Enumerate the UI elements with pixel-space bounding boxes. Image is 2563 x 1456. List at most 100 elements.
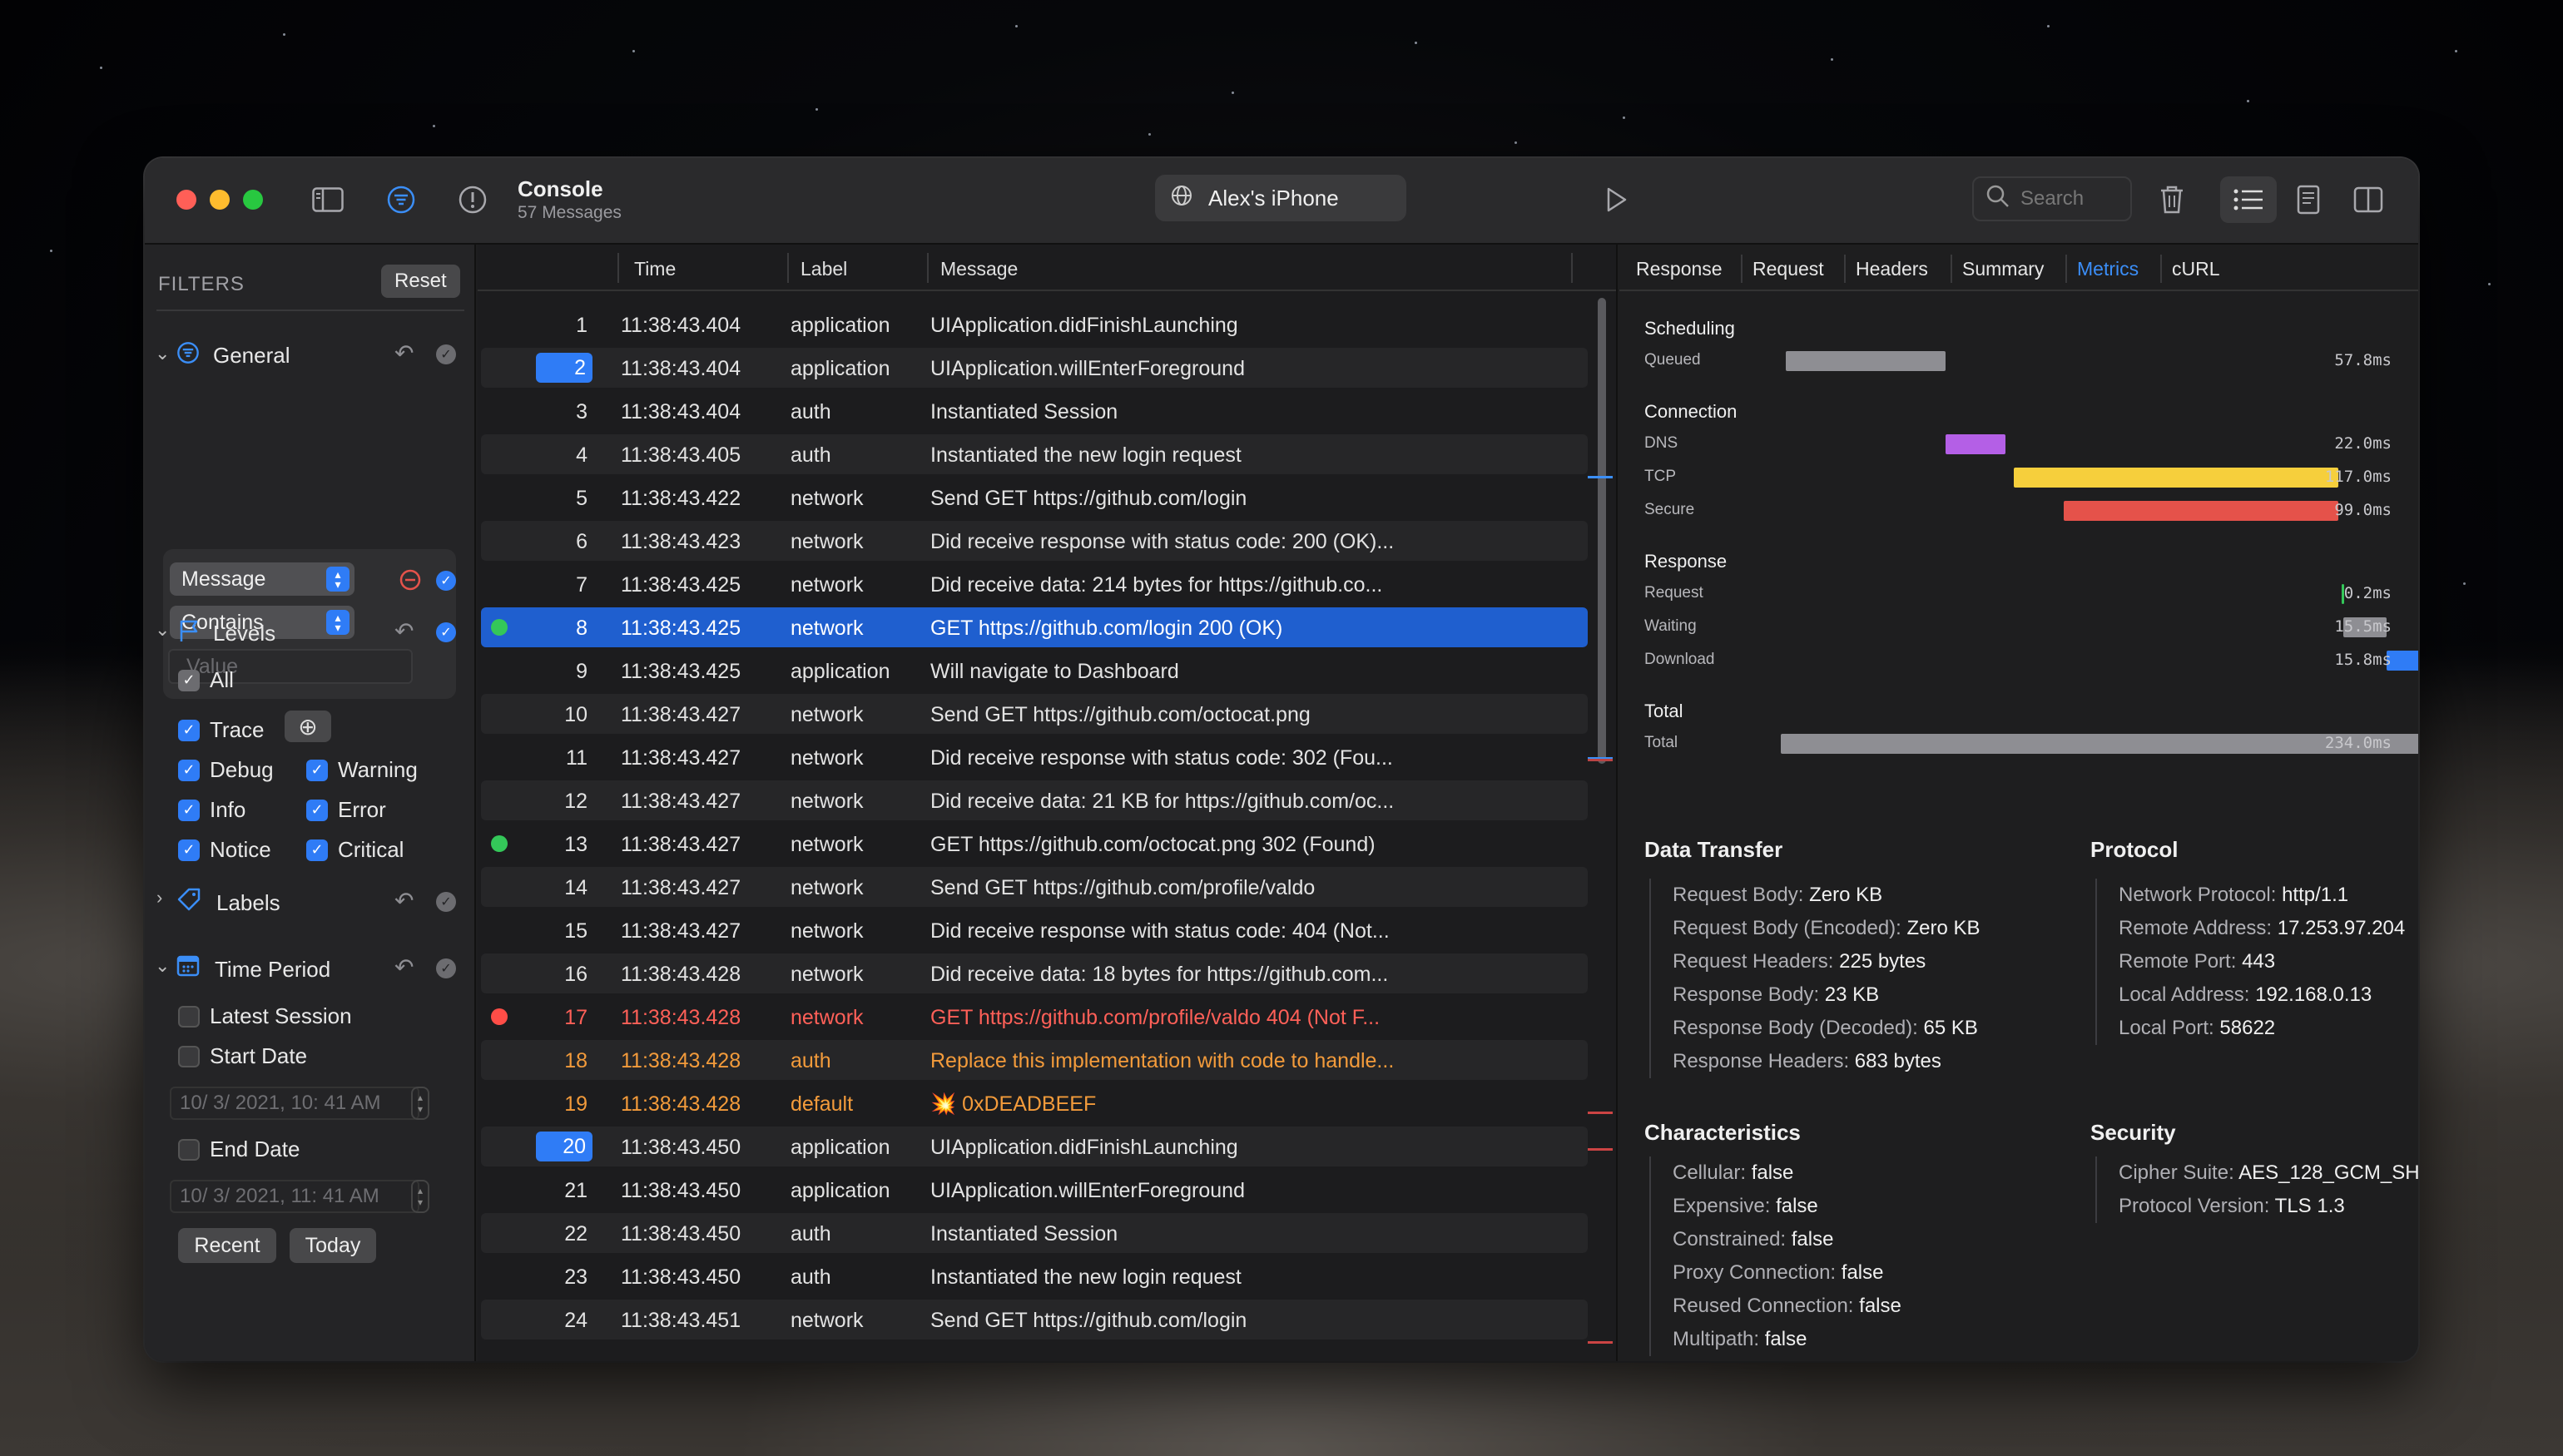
- recent-button[interactable]: Recent: [178, 1228, 276, 1263]
- reset-button[interactable]: Reset: [381, 265, 460, 298]
- split-view-icon[interactable]: [2350, 181, 2387, 218]
- info-value: 192.168.0.13: [2255, 983, 2372, 1006]
- table-row[interactable]: 12 11:38:43.427 network Did receive data: 2…: [481, 780, 1588, 820]
- minimize-window-button[interactable]: [210, 190, 230, 210]
- undo-icon[interactable]: ↶: [394, 617, 414, 645]
- row-time: 11:38:43.427: [621, 746, 741, 770]
- list-scrollbar[interactable]: [1598, 298, 1606, 764]
- tab-response[interactable]: Response: [1636, 258, 1723, 280]
- device-selector[interactable]: Alex's iPhone: [1155, 175, 1406, 221]
- table-row[interactable]: 21 11:38:43.450 application UIApplication.w…: [481, 1170, 1588, 1210]
- row-message: Did receive response with status code: 2…: [930, 530, 1395, 553]
- play-icon[interactable]: [1598, 181, 1634, 218]
- table-row[interactable]: 16 11:38:43.428 network Did receive data: 1…: [481, 953, 1588, 993]
- field-select[interactable]: Message ▴ ▾: [170, 562, 354, 596]
- general-enabled-toggle[interactable]: ✓: [436, 344, 456, 364]
- search-input[interactable]: Search: [1972, 176, 2132, 221]
- table-row[interactable]: 6 11:38:43.423 network Did receive response…: [481, 521, 1588, 561]
- table-row[interactable]: 3 11:38:43.404 auth Instantiated Session: [481, 391, 1588, 431]
- undo-icon[interactable]: ↶: [394, 953, 414, 981]
- row-label: default: [791, 1092, 854, 1116]
- levels-enabled-toggle[interactable]: ✓: [436, 622, 456, 642]
- table-row[interactable]: 4 11:38:43.405 auth Instantiated the new lo…: [481, 434, 1588, 474]
- row-time: 11:38:43.450: [621, 1179, 741, 1202]
- row-number: 21: [564, 1179, 587, 1202]
- column-time[interactable]: Time: [634, 258, 676, 280]
- end-date-stepper[interactable]: ▴ ▾: [411, 1180, 429, 1213]
- document-icon[interactable]: [2290, 181, 2327, 218]
- latest-session-checkbox[interactable]: Latest Session: [178, 1003, 352, 1029]
- tab-request[interactable]: Request: [1752, 258, 1824, 280]
- level-notice-checkbox[interactable]: ✓ Notice: [178, 837, 271, 863]
- table-row[interactable]: 1 11:38:43.404 application UIApplication.di…: [481, 305, 1588, 344]
- table-row[interactable]: 9 11:38:43.425 application Will navigate to…: [481, 651, 1588, 691]
- tab-metrics[interactable]: Metrics: [2077, 258, 2139, 280]
- table-row[interactable]: 17 11:38:43.428 network GET https://github.…: [481, 997, 1588, 1037]
- table-row[interactable]: 23 11:38:43.450 auth Instantiated the new l…: [481, 1256, 1588, 1296]
- start-date-checkbox[interactable]: Start Date: [178, 1043, 307, 1069]
- labels-enabled-toggle[interactable]: ✓: [436, 892, 456, 912]
- table-row[interactable]: 22 11:38:43.450 auth Instantiated Session: [481, 1213, 1588, 1253]
- row-message: Send GET https://github.com/octocat.png: [930, 703, 1311, 726]
- table-row[interactable]: 20 11:38:43.450 application UIApplication.d…: [481, 1127, 1588, 1166]
- metric-total-label: Total: [1644, 734, 1678, 751]
- row-label: auth: [791, 443, 831, 467]
- scroll-marker: [1588, 1112, 1613, 1114]
- tab-summary[interactable]: Summary: [1962, 258, 2044, 280]
- table-row[interactable]: 15 11:38:43.427 network Did receive respons…: [481, 910, 1588, 950]
- table-row[interactable]: 7 11:38:43.425 network Did receive data: 21…: [481, 564, 1588, 604]
- row-message: UIApplication.willEnterForeground: [930, 1179, 1245, 1202]
- table-row[interactable]: 19 11:38:43.428 default 💥 0xDEADBEEF: [481, 1083, 1588, 1123]
- info-key: Constrained:: [1673, 1228, 1787, 1250]
- filter-circle-icon[interactable]: [383, 181, 419, 218]
- list-icon[interactable]: [2230, 181, 2267, 218]
- trash-icon[interactable]: [2154, 181, 2190, 218]
- undo-icon[interactable]: ↶: [394, 339, 414, 367]
- level-all-checkbox[interactable]: ✓ All: [178, 667, 234, 693]
- tab-headers[interactable]: Headers: [1856, 258, 1928, 280]
- table-row[interactable]: 2 11:38:43.404 application UIApplication.wi…: [481, 348, 1588, 388]
- today-button[interactable]: Today: [290, 1228, 376, 1263]
- chevron-down-icon[interactable]: ⌄: [155, 619, 170, 641]
- start-date-stepper[interactable]: ▴ ▾: [411, 1087, 429, 1120]
- message-count: 57 Messages: [518, 203, 622, 222]
- table-row[interactable]: 10 11:38:43.427 network Send GET https://gi…: [481, 694, 1588, 734]
- end-date-field[interactable]: 10/ 3/ 2021, 11: 41 AM: [170, 1180, 419, 1213]
- level-critical-checkbox[interactable]: ✓ Critical: [306, 837, 404, 863]
- table-row[interactable]: 5 11:38:43.422 network Send GET https://git…: [481, 478, 1588, 518]
- level-info-checkbox[interactable]: ✓ Info: [178, 797, 245, 823]
- end-date-checkbox[interactable]: End Date: [178, 1137, 300, 1162]
- metric-waiting-label: Waiting: [1644, 617, 1697, 635]
- table-row[interactable]: 14 11:38:43.427 network Send GET https://gi…: [481, 867, 1588, 907]
- table-row[interactable]: 18 11:38:43.428 auth Replace this implement…: [481, 1040, 1588, 1080]
- chevron-down-icon[interactable]: ⌄: [155, 955, 170, 977]
- add-filter-button[interactable]: ⊕: [285, 711, 331, 742]
- chevron-right-icon[interactable]: ›: [156, 887, 162, 909]
- table-row[interactable]: 13 11:38:43.427 network GET https://github.…: [481, 824, 1588, 864]
- info-key: Protocol Version:: [2119, 1195, 2270, 1217]
- column-label[interactable]: Label: [801, 258, 847, 280]
- sidebar-icon[interactable]: [310, 181, 346, 218]
- exclamation-circle-icon[interactable]: [454, 181, 491, 218]
- remove-filter-icon[interactable]: [399, 569, 421, 595]
- column-message[interactable]: Message: [940, 258, 1018, 280]
- filter-enabled-toggle[interactable]: ✓: [436, 571, 456, 591]
- zoom-window-button[interactable]: [243, 190, 263, 210]
- info-line: Network Protocol: http/1.1: [2119, 879, 2405, 912]
- row-number: 2: [536, 353, 592, 383]
- undo-icon[interactable]: ↶: [394, 887, 414, 914]
- table-row[interactable]: 11 11:38:43.427 network Did receive respons…: [481, 737, 1588, 777]
- table-row[interactable]: 8 11:38:43.425 network GET https://github.c…: [481, 607, 1588, 647]
- table-row[interactable]: 24 11:38:43.451 network Send GET https://gi…: [481, 1300, 1588, 1340]
- start-date-field[interactable]: 10/ 3/ 2021, 10: 41 AM: [170, 1087, 419, 1120]
- level-warning-checkbox[interactable]: ✓ Warning: [306, 757, 418, 783]
- time-period-enabled-toggle[interactable]: ✓: [436, 958, 456, 978]
- level-debug-checkbox[interactable]: ✓ Debug: [178, 757, 274, 783]
- chevron-down-icon[interactable]: ⌄: [155, 343, 170, 364]
- row-message: Replace this implementation with code to…: [930, 1049, 1395, 1072]
- tab-curl[interactable]: cURL: [2172, 258, 2220, 280]
- level-error-checkbox[interactable]: ✓ Error: [306, 797, 386, 823]
- level-trace-checkbox[interactable]: ✓ Trace: [178, 717, 265, 743]
- star: [2463, 582, 2466, 585]
- close-window-button[interactable]: [176, 190, 196, 210]
